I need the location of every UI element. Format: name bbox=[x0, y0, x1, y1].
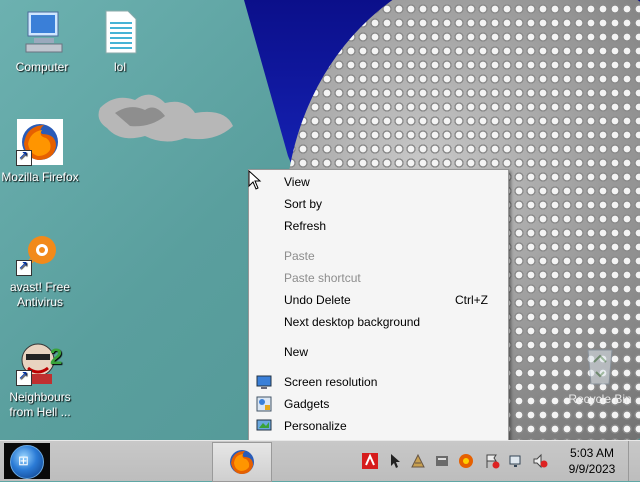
menu-item-gadgets[interactable]: Gadgets bbox=[249, 394, 508, 414]
desktop-icon-computer[interactable]: Computer bbox=[0, 8, 84, 75]
menu-item-label: Paste bbox=[284, 249, 315, 263]
shortcut-arrow-icon bbox=[16, 368, 32, 386]
menu-item-label: Paste shortcut bbox=[284, 271, 361, 285]
menu-item-paste: Paste bbox=[249, 246, 508, 266]
svg-text:2: 2 bbox=[50, 344, 62, 369]
tray-app-icon[interactable] bbox=[434, 453, 450, 469]
network-tool-icon[interactable] bbox=[410, 453, 426, 469]
menu-item-label: Gadgets bbox=[284, 397, 330, 411]
neighbours-game-icon: 2 bbox=[16, 338, 64, 386]
desktop-icon-label: lol bbox=[113, 60, 126, 74]
show-desktop-button[interactable] bbox=[628, 441, 640, 481]
desktop-icon-neighbours[interactable]: 2 Neighbours from Hell ... bbox=[0, 338, 82, 420]
menu-item-label: View bbox=[284, 175, 310, 189]
taskbar: ⊞ 5:03 AM 9/9/2023 bbox=[0, 440, 640, 482]
desktop-icon-recycle-bin[interactable]: Recycle Bin bbox=[558, 340, 640, 407]
shortcut-arrow-icon bbox=[16, 148, 32, 166]
firefox-icon bbox=[230, 450, 254, 474]
menu-item-undo-delete[interactable]: Undo Delete Ctrl+Z bbox=[249, 290, 508, 310]
desktop-icon-firefox[interactable]: Mozilla Firefox bbox=[0, 118, 82, 185]
network-icon[interactable] bbox=[508, 453, 524, 469]
text-file-icon bbox=[96, 8, 144, 56]
menu-item-sort-by[interactable]: Sort by bbox=[249, 194, 508, 214]
computer-icon bbox=[18, 8, 66, 56]
recycle-bin-icon bbox=[576, 340, 624, 388]
personalize-icon bbox=[256, 419, 272, 431]
taskbar-firefox-button[interactable] bbox=[212, 442, 272, 482]
mouse-cursor-icon bbox=[248, 170, 262, 190]
flag-icon[interactable] bbox=[484, 453, 500, 469]
desktop[interactable]: Computer lol Mozilla Firefo bbox=[0, 0, 640, 440]
desktop-context-menu: View Sort by Refresh Paste Paste shortcu… bbox=[248, 169, 509, 440]
firefox-tray-icon[interactable] bbox=[458, 453, 474, 469]
shortcut-arrow-icon bbox=[16, 258, 32, 276]
volume-icon[interactable] bbox=[532, 453, 548, 469]
menu-item-refresh[interactable]: Refresh bbox=[249, 216, 508, 236]
menu-item-label: New bbox=[284, 345, 309, 359]
menu-item-shortcut: Ctrl+Z bbox=[455, 293, 488, 307]
menu-item-label: Sort by bbox=[284, 197, 323, 211]
menu-item-label: Screen resolution bbox=[284, 375, 378, 389]
menu-item-next-background[interactable]: Next desktop background bbox=[249, 312, 508, 332]
clock-time: 5:03 AM bbox=[569, 446, 615, 460]
desktop-icon-avast[interactable]: avast! Free Antivirus bbox=[0, 228, 82, 310]
menu-item-view[interactable]: View bbox=[249, 172, 508, 192]
start-button[interactable]: ⊞ bbox=[4, 443, 50, 479]
avira-icon[interactable] bbox=[362, 453, 378, 469]
clock-date: 9/9/2023 bbox=[568, 462, 616, 476]
menu-item-label: Refresh bbox=[284, 219, 327, 233]
desktop-icon-label: Recycle Bin bbox=[568, 392, 632, 406]
menu-item-personalize[interactable]: Personalize bbox=[249, 416, 508, 436]
cursor-tray-icon[interactable] bbox=[388, 453, 404, 469]
firefox-icon bbox=[16, 118, 64, 166]
wallpaper-cloud bbox=[98, 94, 233, 142]
menu-item-label: Next desktop background bbox=[284, 315, 421, 329]
menu-item-paste-shortcut: Paste shortcut bbox=[249, 268, 508, 288]
menu-item-screen-resolution[interactable]: Screen resolution bbox=[249, 372, 508, 392]
desktop-icon-label: Computer bbox=[15, 60, 69, 74]
windows-flag-icon: ⊞ bbox=[18, 453, 29, 468]
system-clock[interactable]: 5:03 AM 9/9/2023 bbox=[563, 445, 621, 477]
menu-item-new[interactable]: New bbox=[249, 342, 508, 362]
desktop-icon-label: Mozilla Firefox bbox=[1, 170, 79, 184]
desktop-icon-lol[interactable]: lol bbox=[78, 8, 162, 75]
menu-item-label: Undo Delete bbox=[284, 293, 351, 307]
menu-item-label: Personalize bbox=[284, 419, 347, 433]
gadgets-icon bbox=[256, 396, 272, 412]
monitor-icon bbox=[256, 375, 272, 389]
avast-icon bbox=[16, 228, 64, 276]
desktop-icon-label: avast! Free Antivirus bbox=[9, 280, 71, 309]
desktop-icon-label: Neighbours from Hell ... bbox=[9, 390, 71, 419]
